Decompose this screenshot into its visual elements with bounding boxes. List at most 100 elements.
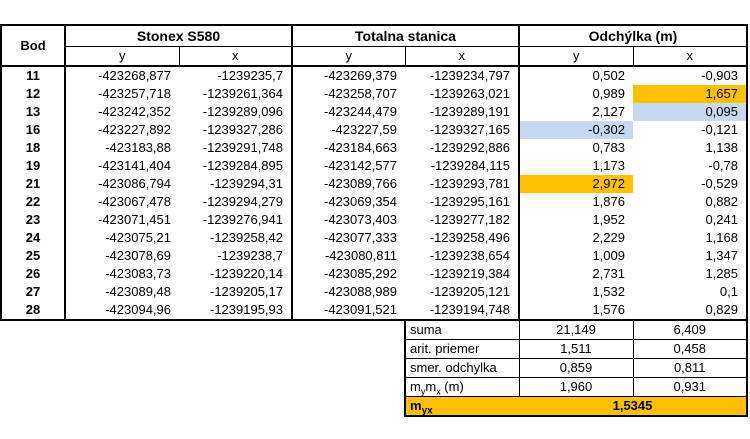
totalna-y-cell: -423085,292	[323, 266, 397, 281]
stonex-x-cell: -1239289,096	[179, 103, 293, 121]
odchylka-y-cell: 0,783	[592, 140, 625, 155]
odchylka-y-cell: 1,173	[592, 158, 625, 173]
totalna-x-cell: -1239258,496	[405, 229, 520, 247]
table-row: 21 -423086,794 -1239294,31 -423089,766 -…	[0, 175, 748, 193]
stonex-x-cell: -1239294,31	[179, 175, 293, 193]
totalna-y-cell: -423089,766	[323, 176, 397, 191]
comparison-table: Bod Stonex S580 Totalna stanica Odchýlka…	[0, 24, 748, 417]
totalna-x-cell: -1239219,384	[405, 265, 520, 283]
odchylka-y-cell: 1,876	[592, 194, 625, 209]
odchylka-x-cell: 0,829	[633, 301, 748, 321]
stonex-x-cell: -1239258,42	[179, 229, 293, 247]
axis-header-row: y x y x y x	[1, 46, 748, 67]
mymx-label: mymx (m)	[404, 377, 520, 397]
table-row: 12 -423257,718 -1239261,364 -423258,707 …	[0, 85, 748, 103]
odchylka-y-cell: 1,532	[592, 284, 625, 299]
stonex-y-cell: -423257,718	[97, 86, 171, 101]
stonex-y-cell: -423094,96	[65, 301, 179, 321]
bod-cell: 28	[0, 301, 66, 321]
odchylka-y-cell-min-highlight: -0,302	[519, 121, 633, 139]
stonex-y-cell: -423268,877	[97, 68, 171, 83]
totalna-x-cell: -1239295,161	[405, 193, 520, 211]
myx-s: yx	[421, 405, 433, 416]
stonex-y-cell: -423227,892	[97, 122, 171, 137]
totalna-x-cell: -1239263,021	[405, 85, 520, 103]
stonex-x-cell: -1239238,7	[179, 247, 293, 265]
totalna-x-cell: -1239327,165	[405, 121, 520, 139]
odchylka-x-cell: 1,285	[633, 265, 748, 283]
odchylka-y-cell: 0,989	[592, 86, 625, 101]
stonex-y-cell: -423089,48	[105, 284, 171, 299]
table-row: 11 -423268,877 -1239235,7 -423269,379 -1…	[0, 66, 748, 85]
stonex-y-cell: -423067,478	[97, 194, 171, 209]
totalna-x-cell: -1239289,191	[405, 103, 520, 121]
table-row: 23 -423071,451 -1239276,941 -423073,403 …	[0, 211, 748, 229]
stonex-header: Stonex S580	[65, 24, 293, 47]
stonex-y-cell: -423141,404	[97, 158, 171, 173]
mymx-m1: m	[410, 379, 421, 394]
odchylka-y-cell: 2,731	[592, 266, 625, 281]
bod-cell: 11	[0, 66, 66, 85]
group-header-row: Bod Stonex S580 Totalna stanica Odchýlka…	[0, 24, 748, 67]
odchylka-x-cell: -0,903	[633, 66, 748, 85]
summary-total-row: myx 1,5345	[1, 396, 748, 417]
stonex-x-cell: -1239276,941	[179, 211, 293, 229]
odchylka-y: 0,859	[519, 358, 634, 378]
myx-value: 1,5345	[519, 396, 748, 417]
priemer-x: 0,458	[633, 339, 748, 359]
mymx-unit: (m)	[440, 379, 464, 394]
odchylka-x-cell: 0,1	[633, 283, 748, 301]
stonex-y-cell: -423083,73	[105, 266, 171, 281]
myx-m: m	[410, 398, 422, 413]
bod-cell: 27	[0, 283, 66, 301]
totalna-y-cell: -423258,707	[323, 86, 397, 101]
table-row: 28 -423094,96 -1239195,93 -423091,521 -1…	[0, 301, 748, 321]
bod-cell: 16	[0, 121, 66, 139]
spreadsheet: Bod Stonex S580 Totalna stanica Odchýlka…	[0, 0, 750, 439]
table-row: 18 -423183,88 -1239291,748 -423184,663 -…	[0, 139, 748, 157]
odchylka-x-cell: -0,121	[633, 121, 748, 139]
odchylka-y-cell: 1,009	[592, 248, 625, 263]
table-row: 13 -423242,352 -1239289,096 -423244,479 …	[0, 103, 748, 121]
summary-row: smer. odchylka 0,859 0,811	[1, 358, 748, 378]
mymx-m2: m	[425, 379, 437, 394]
stonex-y-cell: -423086,794	[97, 176, 171, 191]
totalna-y-header: y	[292, 46, 406, 67]
totalna-y-cell: -423269,379	[323, 68, 397, 83]
table-row: 26 -423083,73 -1239220,14 -423085,292 -1…	[0, 265, 748, 283]
totalna-y-cell: -423142,577	[323, 158, 397, 173]
totalna-x-cell: -1239238,654	[405, 247, 520, 265]
stonex-y-cell: -423183,88	[105, 140, 171, 155]
bod-header: Bod	[0, 24, 66, 67]
stonex-x-cell: -1239284,895	[179, 157, 293, 175]
odchylka-y-cell-max-highlight: 2,972	[519, 175, 633, 193]
stonex-x-header: x	[179, 46, 293, 67]
suma-label: suma	[404, 320, 520, 340]
bod-cell: 23	[0, 211, 66, 229]
stonex-x-cell: -1239205,17	[179, 283, 293, 301]
odchylka-x-cell: 1,347	[633, 247, 748, 265]
totalna-stanica-header: Totalna stanica	[292, 24, 520, 47]
bod-cell: 25	[0, 247, 66, 265]
odchylka-x-cell: -0,78	[633, 157, 748, 175]
odchylka-x: 0,811	[633, 358, 748, 378]
totalna-x-cell: -1239194,748	[405, 301, 520, 321]
odchylka-y-cell: 1,952	[592, 212, 625, 227]
stonex-x-cell: -1239195,93	[179, 301, 293, 321]
bod-cell: 24	[0, 229, 66, 247]
totalna-y-cell: -423080,811	[324, 248, 397, 263]
stonex-x-cell: -1239294,279	[179, 193, 293, 211]
odchylka-x-cell-max-highlight: 1,657	[633, 85, 748, 103]
odchylka-y-cell: 1,576	[519, 301, 633, 321]
priemer-y: 1,511	[519, 339, 634, 359]
odchylka-x-cell: 0,241	[633, 211, 748, 229]
totalna-y-cell: -423227,59	[331, 122, 397, 137]
stonex-x-cell: -1239261,364	[179, 85, 293, 103]
stonex-y-cell: -423075,21	[105, 230, 171, 245]
mymx-y: 1,960	[519, 377, 634, 397]
mymx-x: 0,931	[633, 377, 748, 397]
priemer-label: arit. priemer	[404, 339, 520, 359]
bod-cell: 19	[0, 157, 66, 175]
totalna-y-cell: -423088,989	[323, 284, 397, 299]
stonex-y-cell: -423078,69	[105, 248, 171, 263]
